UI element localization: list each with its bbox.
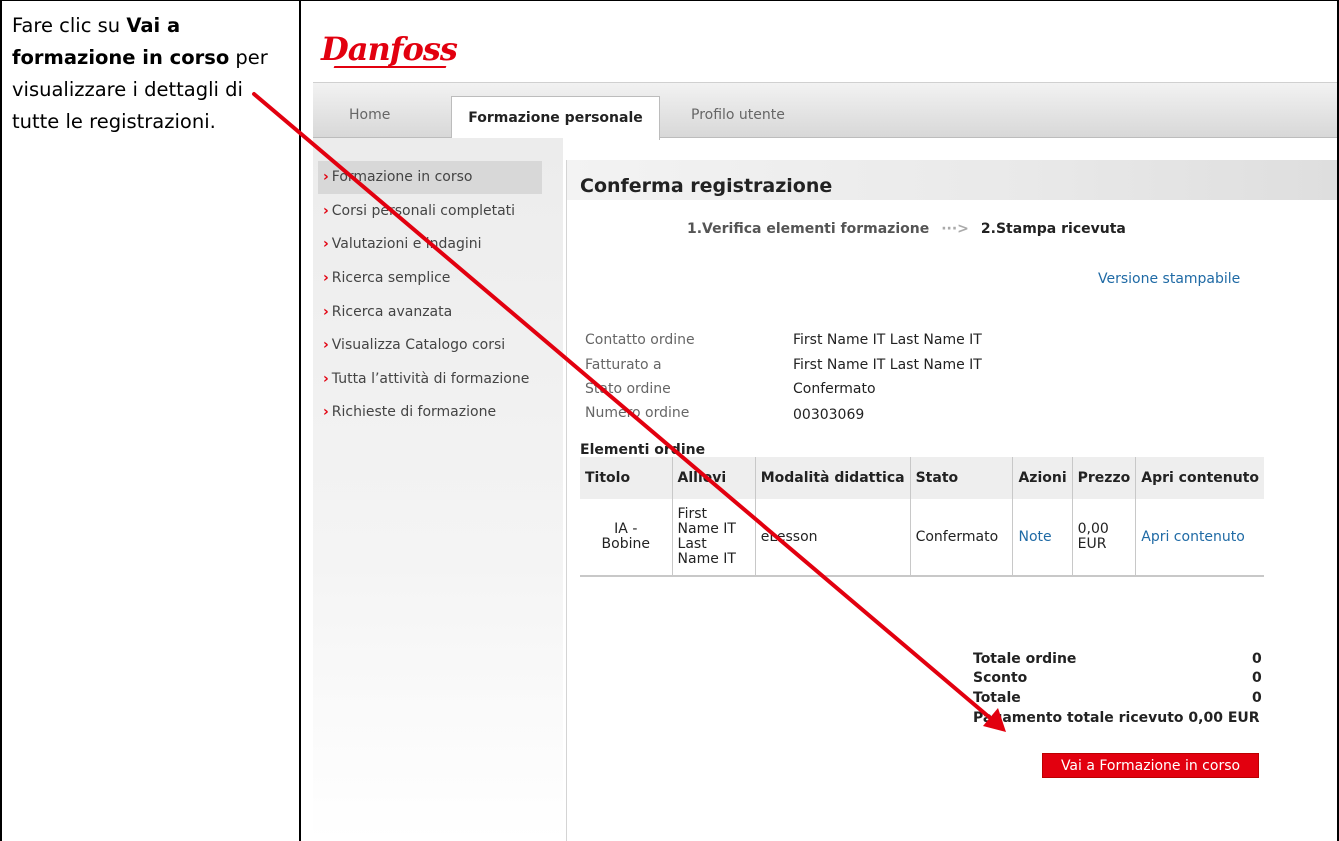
- tab-home[interactable]: Home: [349, 107, 390, 123]
- cell-apri: Apri contenuto: [1135, 499, 1264, 577]
- total-order-label: Totale ordine: [973, 651, 1077, 667]
- payment-received: Pagamento totale ricevuto 0,00 EUR: [973, 710, 1260, 726]
- tab-bar: Home Formazione personale Profilo utente: [313, 82, 1337, 140]
- total-label: Totale: [973, 690, 1021, 706]
- instruction-prefix: Fare clic su: [12, 14, 127, 37]
- open-content-link[interactable]: Apri contenuto: [1141, 529, 1245, 545]
- info-value: 00303069: [793, 407, 865, 423]
- cell-text: EUR: [1077, 536, 1107, 552]
- column-header: Apri contenuto: [1135, 457, 1264, 499]
- discount-value: 0: [1252, 670, 1262, 686]
- table-border-middle: [299, 0, 301, 841]
- table-border-left: [0, 0, 2, 841]
- info-label: Numero ordine: [585, 405, 690, 421]
- go-to-current-training-button[interactable]: Vai a Formazione in corso: [1042, 753, 1259, 778]
- cell-text: Name IT: [677, 521, 736, 537]
- info-label: Stato ordine: [585, 381, 671, 397]
- chevron-right-icon: ›: [323, 371, 329, 387]
- cell-stato: Confermato: [910, 499, 1014, 577]
- table-header-row: Titolo Allievi Modalità didattica Stato …: [580, 457, 1264, 499]
- info-label: Fatturato a: [585, 357, 662, 373]
- cell-text: IA -: [614, 521, 638, 537]
- sidebar-item-ricerca-semplice[interactable]: › Ricerca semplice: [323, 270, 450, 286]
- sidebar-item-label: Corsi personali completati: [331, 203, 516, 219]
- chevron-right-icon: ›: [323, 404, 329, 420]
- chevron-right-icon: ›: [323, 304, 329, 320]
- chevron-right-icon: ›: [323, 337, 329, 353]
- column-header: Allievi: [672, 457, 756, 499]
- arrow-right-icon: ···>: [941, 221, 969, 237]
- cell-titolo: IA - Bobine: [580, 499, 673, 577]
- sidebar-item-label: Ricerca semplice: [331, 270, 451, 286]
- sidebar-item-formazione-in-corso[interactable]: › Formazione in corso: [323, 169, 472, 185]
- table-border-top: [0, 0, 1339, 1]
- chevron-right-icon: ›: [323, 203, 329, 219]
- column-header: Prezzo: [1072, 457, 1137, 499]
- info-value: First Name IT Last Name IT: [793, 357, 982, 373]
- column-header: Stato: [910, 457, 1014, 499]
- app-screenshot: Danfoss Home Formazione personale Profil…: [312, 14, 1337, 841]
- step-indicator: 1.Verifica elementi formazione ···> 2.Stam…: [687, 221, 1126, 237]
- danfoss-logo: Danfoss: [321, 30, 458, 68]
- cell-azioni: Note: [1012, 499, 1073, 577]
- chevron-right-icon: ›: [323, 236, 329, 252]
- items-section-title: Elementi ordine: [580, 442, 706, 458]
- cell-allievi: First Name IT Last Name IT: [672, 499, 756, 577]
- sidebar-item-label: Formazione in corso: [331, 169, 473, 185]
- sidebar-item-catalogo[interactable]: › Visualizza Catalogo corsi: [323, 337, 505, 353]
- cell-modalita: eLesson: [755, 499, 911, 577]
- sidebar-item-label: Visualizza Catalogo corsi: [331, 337, 506, 353]
- sidebar-item-richieste[interactable]: › Richieste di formazione: [323, 404, 496, 420]
- note-link[interactable]: Note: [1018, 529, 1051, 545]
- sidebar: › Formazione in corso › Corsi personali co…: [313, 138, 563, 841]
- tab-profilo-utente[interactable]: Profilo utente: [691, 107, 785, 123]
- sidebar-item-label: Richieste di formazione: [331, 404, 497, 420]
- info-value: First Name IT Last Name IT: [793, 332, 982, 348]
- sidebar-item-ricerca-avanzata[interactable]: › Ricerca avanzata: [323, 304, 452, 320]
- sidebar-item-valutazioni[interactable]: › Valutazioni e indagini: [323, 236, 482, 252]
- table-row: IA - Bobine First Name IT Last Name IT eLess…: [580, 499, 1264, 577]
- discount-label: Sconto: [973, 670, 1028, 686]
- step-2: 2.Stampa ricevuta: [980, 221, 1126, 237]
- sidebar-item-corsi-completati[interactable]: › Corsi personali completati: [323, 203, 515, 219]
- logo-underline: [333, 66, 447, 68]
- sidebar-item-label: Valutazioni e indagini: [331, 236, 482, 252]
- cell-text: 0,00: [1077, 521, 1109, 537]
- cell-text: Name IT: [677, 551, 736, 567]
- main-content: Conferma registrazione 1.Verifica elemen…: [566, 160, 1337, 841]
- tab-formazione-personale[interactable]: Formazione personale: [451, 96, 660, 140]
- total-order-value: 0: [1252, 651, 1262, 667]
- column-header: Azioni: [1012, 457, 1073, 499]
- info-label: Contatto ordine: [585, 332, 695, 348]
- order-items-table: Titolo Allievi Modalità didattica Stato …: [580, 457, 1264, 577]
- column-header: Modalità didattica: [755, 457, 911, 499]
- instruction-text: Fare clic su Vai a formazione in corso p…: [12, 10, 292, 138]
- step-1: 1.Verifica elementi formazione: [687, 221, 930, 237]
- printable-version-link[interactable]: Versione stampabile: [1098, 271, 1240, 287]
- page-title: Conferma registrazione: [580, 175, 833, 197]
- chevron-right-icon: ›: [323, 270, 329, 286]
- cell-prezzo: 0,00 EUR: [1072, 499, 1137, 577]
- info-value: Confermato: [793, 381, 876, 397]
- column-header: Titolo: [580, 457, 673, 499]
- total-value: 0: [1252, 690, 1262, 706]
- cell-text: Bobine: [601, 536, 650, 552]
- sidebar-item-label: Ricerca avanzata: [331, 304, 453, 320]
- sidebar-item-label: Tutta l’attività di formazione: [331, 371, 530, 387]
- chevron-right-icon: ›: [323, 169, 329, 185]
- cell-text: Last: [677, 536, 707, 552]
- cell-text: First: [677, 506, 708, 522]
- sidebar-item-tutta-attivita[interactable]: › Tutta l’attività di formazione: [323, 371, 529, 387]
